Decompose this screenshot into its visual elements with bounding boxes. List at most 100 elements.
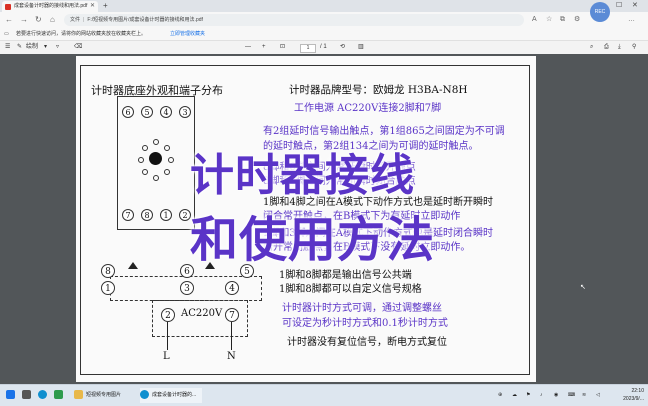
new-tab-button[interactable]: + <box>103 0 108 12</box>
refresh-icon[interactable]: ↻ <box>35 14 42 26</box>
address-bar-row: ← → ↻ ⌂ 文件 | F:/短视频专用图片/成套设备计时器的接线和用法.pdf … <box>0 12 648 28</box>
task-view-icon[interactable] <box>22 388 34 403</box>
socket-pin: 4 <box>160 106 172 118</box>
more-icon[interactable]: … <box>628 14 635 26</box>
line-label: L <box>163 351 170 362</box>
file-label: 文件 <box>70 17 81 23</box>
contact-arrow-icon <box>128 262 138 269</box>
mouse-cursor-icon: ↖ <box>580 284 586 291</box>
circuit-pin: 7 <box>225 308 239 322</box>
app-icon[interactable] <box>54 388 66 403</box>
socket-pin: 8 <box>141 209 153 221</box>
forward-icon[interactable]: → <box>20 14 28 26</box>
tray-icon[interactable]: ⌨ <box>568 388 575 403</box>
read-aloud-icon[interactable]: A <box>532 14 537 26</box>
draw-icon[interactable]: ✎ <box>17 41 22 54</box>
maximize-icon[interactable]: ☐ <box>616 0 622 12</box>
eraser-icon[interactable]: ⌫ <box>74 41 82 54</box>
save-icon[interactable]: ⤓ <box>618 41 621 54</box>
start-icon[interactable] <box>6 388 18 403</box>
page-number-input[interactable]: 1 <box>300 44 316 53</box>
address-text: F:/短视频专用图片/成套设备计时器的接线和用法.pdf <box>87 17 203 23</box>
close-window-icon[interactable]: ✕ <box>632 0 638 12</box>
desc-line: 计时器没有复位信号，断电方式复位 <box>287 337 447 348</box>
circuit-pin: 3 <box>180 281 194 295</box>
socket-hole <box>142 145 148 151</box>
taskbar: 短视频专用图片 成套设备计时器的... ⊕ ☁ ⚑ ♪ ◉ ⌨ ≋ ◁ 22:1… <box>0 384 648 406</box>
socket-hole <box>138 157 144 163</box>
socket-hole <box>153 139 159 145</box>
neutral-label: N <box>227 351 236 362</box>
recording-badge[interactable]: REC <box>590 2 610 22</box>
taskbar-browser[interactable]: 成套设备计时器的... <box>140 388 203 403</box>
address-input[interactable]: 文件 | F:/短视频专用图片/成套设备计时器的接线和用法.pdf <box>64 14 524 26</box>
draw-dropdown-icon[interactable]: ▾ <box>44 41 47 54</box>
tab-bar: 成套设备计时器的接线和用法.pdf ✕ + — ☐ ✕ <box>0 0 648 12</box>
print-icon[interactable]: ⎙ <box>604 41 609 54</box>
extensions-icon[interactable]: ⚙ <box>574 14 580 26</box>
page-view-icon[interactable]: ▥ <box>358 41 364 54</box>
tray-icon[interactable]: ⚑ <box>526 388 530 403</box>
socket-hole <box>164 169 170 175</box>
zoom-out-icon[interactable]: — <box>245 41 251 54</box>
circuit-pin: 1 <box>101 281 115 295</box>
contents-icon[interactable]: ☰ <box>5 41 10 54</box>
video-caption-line1: 计时器接线 <box>190 150 415 201</box>
favorites-hint: 若要进行快速访问，请将你的网站收藏夹放在收藏夹栏上。 <box>16 31 147 37</box>
circuit-pin: 4 <box>225 281 239 295</box>
wire-L <box>167 322 168 350</box>
taskbar-explorer[interactable]: 短视频专用图片 <box>74 388 121 403</box>
address-separator: | <box>83 17 85 23</box>
circuit-pin: 2 <box>161 308 175 322</box>
edge-icon[interactable] <box>38 388 50 403</box>
pin-icon[interactable]: ⚲ <box>632 41 636 54</box>
highlight-icon[interactable]: ▿ <box>56 41 59 54</box>
tray-icon[interactable]: ☁ <box>512 388 517 403</box>
zoom-in-icon[interactable]: + <box>262 41 266 54</box>
socket-hole <box>142 169 148 175</box>
tray-icon[interactable]: ⊕ <box>498 388 502 403</box>
close-tab-icon[interactable]: ✕ <box>90 1 95 12</box>
search-icon[interactable]: ⌕ <box>590 41 593 54</box>
wifi-icon[interactable]: ≋ <box>582 388 586 403</box>
favorites-bar: ▭ 若要进行快速访问，请将你的网站收藏夹放在收藏夹栏上。 立即管理收藏夹 <box>0 28 648 41</box>
socket-pin: 5 <box>141 106 153 118</box>
collections-icon[interactable]: ⧉ <box>560 14 565 26</box>
manage-favorites-link[interactable]: 立即管理收藏夹 <box>170 28 205 40</box>
pdf-toolbar: ☰ ✎ 绘制 ▾ ▿ ⌫ — + ⊡ 1 / 1 ⟲ ▥ ⌕ ⎙ ⤓ ⚲ <box>0 41 648 55</box>
socket-pin: 3 <box>179 106 191 118</box>
wire-N <box>231 322 232 350</box>
circuit-pin: 8 <box>101 264 115 278</box>
voltage-label: AC220V <box>181 308 223 319</box>
socket-pin: 1 <box>160 209 172 221</box>
model-title: 计时器品牌型号：欧姆龙 H3BA-N8H <box>289 84 468 96</box>
socket-hole <box>153 175 159 181</box>
socket-hole <box>164 145 170 151</box>
draw-label[interactable]: 绘制 <box>26 41 38 54</box>
home-icon[interactable]: ⌂ <box>50 14 55 26</box>
socket-pin: 7 <box>122 209 134 221</box>
tray-icon[interactable]: ♪ <box>540 388 543 403</box>
pdf-icon <box>5 4 11 10</box>
socket-pin: 6 <box>122 106 134 118</box>
rotate-icon[interactable]: ⟲ <box>340 41 345 54</box>
socket-center-key <box>149 152 162 165</box>
favorite-icon[interactable]: ☆ <box>546 14 552 26</box>
back-icon[interactable]: ← <box>5 14 13 26</box>
desc-line: 1脚和8脚都可以自定义信号规格 <box>279 284 422 295</box>
page-total: / 1 <box>320 44 327 50</box>
power-text: 工作电源 AC220V连接2脚和7脚 <box>294 103 442 114</box>
system-clock[interactable]: 22:10 2023/9/... <box>623 387 644 403</box>
desc-line: 计时器计时方式可调，通过调整螺丝 <box>282 303 442 314</box>
socket-diagram: 6 5 4 3 7 8 1 2 <box>117 96 195 230</box>
video-caption-line2: 和使用方法 <box>190 212 436 268</box>
tab-pdf[interactable]: 成套设备计时器的接线和用法.pdf ✕ <box>2 1 98 12</box>
tray-icon[interactable]: ◉ <box>554 388 558 403</box>
desc-line: 可设定为秒计时方式和0.1秒计时方式 <box>282 318 448 329</box>
fit-page-icon[interactable]: ⊡ <box>280 41 285 54</box>
desc-line: 有2组延时信号输出触点，第1组865之间固定为不可调 <box>263 126 505 137</box>
socket-hole <box>168 157 174 163</box>
favorites-folder-icon[interactable]: ▭ <box>4 28 9 40</box>
tab-title: 成套设备计时器的接线和用法.pdf <box>14 3 88 9</box>
volume-icon[interactable]: ◁ <box>596 388 600 403</box>
